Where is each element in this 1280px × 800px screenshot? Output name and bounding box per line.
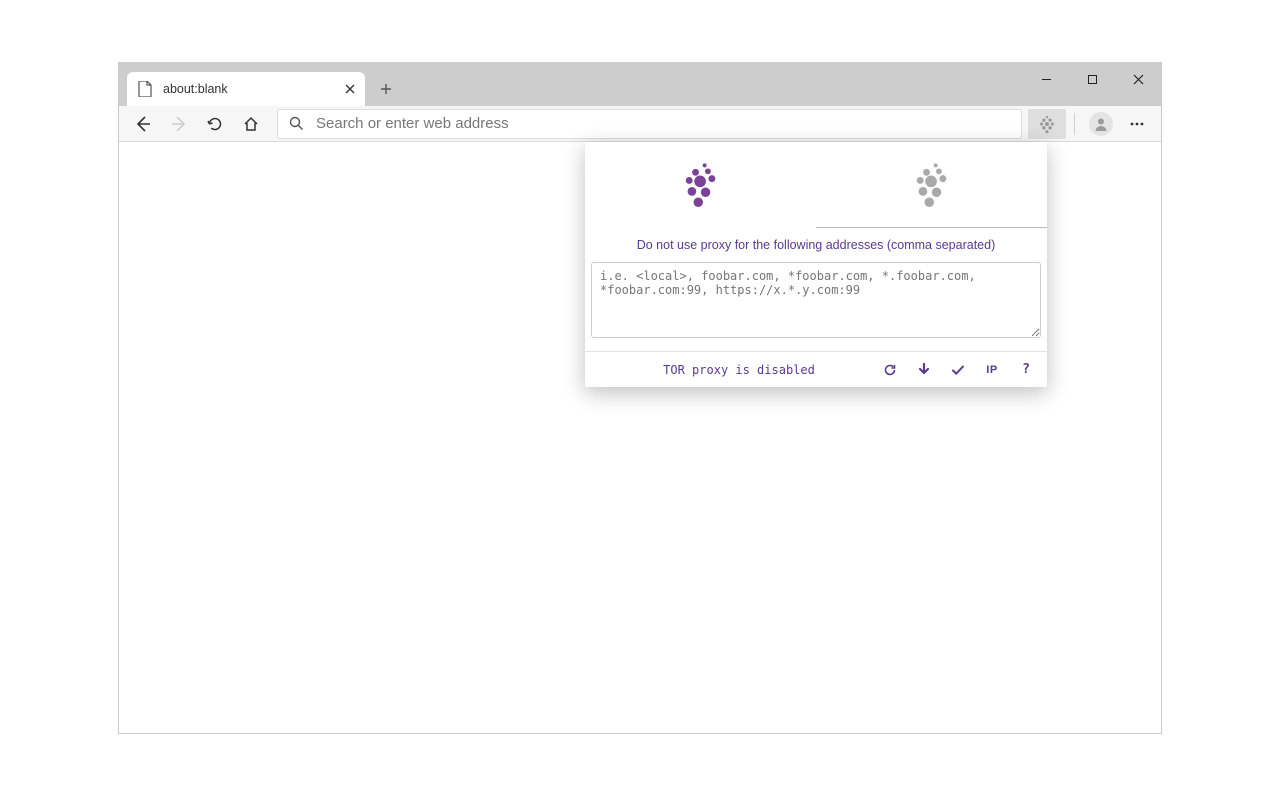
address-placeholder: Search or enter web address <box>316 115 509 132</box>
page-viewport: Do not use proxy for the following addre… <box>119 142 1161 733</box>
ip-button[interactable]: IP <box>983 361 1001 379</box>
check-icon[interactable] <box>949 361 967 379</box>
back-button[interactable] <box>125 108 161 140</box>
exceptions-label: Do not use proxy for the following addre… <box>591 238 1041 252</box>
title-bar: about:blank <box>119 63 1161 106</box>
minimize-button[interactable] <box>1023 63 1069 95</box>
popup-actions: IP ? <box>881 361 1035 379</box>
maximize-button[interactable] <box>1069 63 1115 95</box>
help-button[interactable]: ? <box>1017 361 1035 379</box>
grape-icon-purple <box>681 161 721 209</box>
close-window-button[interactable] <box>1115 63 1161 95</box>
address-bar[interactable]: Search or enter web address <box>277 109 1022 139</box>
popup-footer: TOR proxy is disabled IP ? <box>585 351 1047 387</box>
window-controls <box>1023 63 1161 95</box>
popup-body: Do not use proxy for the following addre… <box>585 228 1047 351</box>
download-icon[interactable] <box>915 361 933 379</box>
popup-mode-tabs <box>585 142 1047 228</box>
toolbar: Search or enter web address <box>119 106 1161 142</box>
popup-tab-inactive[interactable] <box>816 142 1047 228</box>
search-icon <box>288 116 304 132</box>
new-tab-button[interactable] <box>371 74 401 104</box>
avatar-icon <box>1089 112 1113 136</box>
close-tab-icon[interactable] <box>343 82 357 96</box>
toolbar-divider <box>1074 113 1075 135</box>
reload-icon[interactable] <box>881 361 899 379</box>
tab-title: about:blank <box>163 82 228 96</box>
popup-tab-active[interactable] <box>585 142 816 228</box>
grape-icon-grey <box>912 161 952 209</box>
more-menu-button[interactable] <box>1119 108 1155 140</box>
browser-window: about:blank <box>118 62 1162 734</box>
forward-button <box>161 108 197 140</box>
extension-popup: Do not use proxy for the following addre… <box>585 142 1047 387</box>
exceptions-textarea[interactable] <box>591 262 1041 338</box>
home-button[interactable] <box>233 108 269 140</box>
extension-button[interactable] <box>1028 109 1066 139</box>
browser-tab[interactable]: about:blank <box>127 72 365 106</box>
proxy-status-text: TOR proxy is disabled <box>597 363 881 377</box>
toolbar-right <box>1028 108 1155 140</box>
profile-button[interactable] <box>1083 108 1119 140</box>
page-icon <box>137 81 153 97</box>
extension-grape-icon <box>1038 114 1056 134</box>
refresh-button[interactable] <box>197 108 233 140</box>
